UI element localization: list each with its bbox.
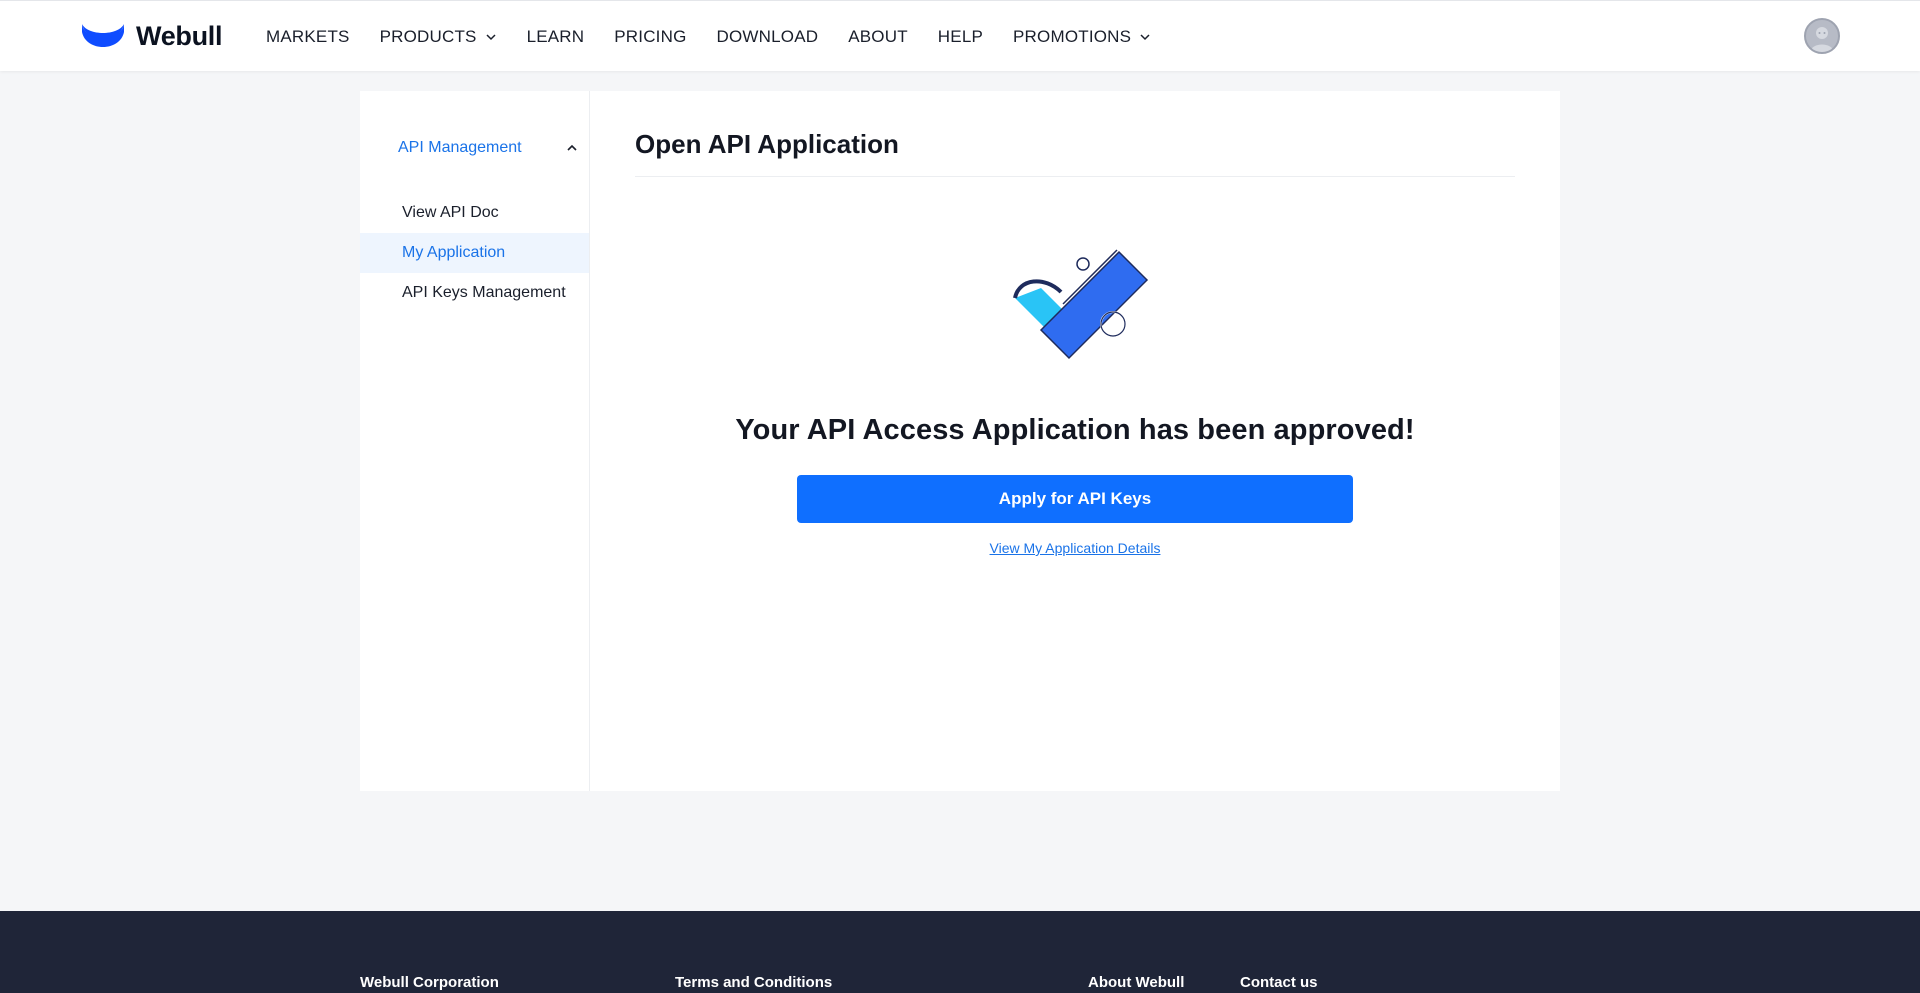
nav-label: LEARN [526,26,585,46]
main-card: API Management View API Doc My Applicati… [360,91,1560,791]
nav-label: PRICING [614,26,687,46]
apply-api-keys-button[interactable]: Apply for API Keys [797,475,1353,523]
footer-link-webull-corporation[interactable]: Webull Corporation [360,974,499,991]
approval-message: Your API Access Application has been app… [735,414,1415,446]
chevron-down-icon [486,33,496,40]
sidebar-group-api-management[interactable]: API Management [398,136,578,160]
title-divider [635,176,1515,177]
nav-download[interactable]: DOWNLOAD [717,27,819,47]
page-title: Open API Application [635,129,899,159]
sidebar-item-label: My Application [402,244,506,261]
nav-help[interactable]: HELP [938,27,983,47]
footer-link-terms[interactable]: Terms and Conditions [675,974,832,991]
nav-learn[interactable]: LEARN [527,27,585,47]
nav-label: DOWNLOAD [716,26,819,46]
brand-name: Webull [136,20,223,51]
approved-check-illustration-icon [1013,249,1149,360]
top-header: Webull MARKETS PRODUCTS LEARN PRICING DO… [0,0,1920,71]
user-avatar-icon [1810,27,1834,52]
nav-label: HELP [937,26,984,46]
webull-logo-icon [82,24,124,47]
chevron-down-icon [1140,33,1150,40]
view-application-details-link[interactable]: View My Application Details [590,540,1560,556]
webull-logo[interactable]: Webull [80,19,223,53]
nav-pricing[interactable]: PRICING [614,27,686,47]
sidebar-item-my-application[interactable]: My Application [360,233,589,273]
nav-products[interactable]: PRODUCTS [380,27,497,47]
sidebar-item-label: View API Doc [402,204,499,221]
details-link-label: View My Application Details [989,540,1161,556]
sidebar-group-label: API Management [398,139,522,156]
nav-about[interactable]: ABOUT [848,27,908,47]
chevron-up-icon [567,144,577,151]
sidebar-item-view-api-doc[interactable]: View API Doc [360,193,589,233]
sidebar-item-api-keys-management[interactable]: API Keys Management [360,273,589,313]
footer-link-contact-us[interactable]: Contact us [1240,974,1318,991]
nav-label: MARKETS [266,26,350,46]
footer: Webull Corporation Terms and Conditions … [0,911,1920,993]
nav-label: ABOUT [848,26,908,46]
nav-promotions[interactable]: PROMOTIONS [1013,27,1151,47]
sidebar: API Management View API Doc My Applicati… [360,91,590,791]
nav-label: PROMOTIONS [1013,26,1132,46]
nav-markets[interactable]: MARKETS [266,27,350,47]
user-avatar[interactable] [1804,18,1840,54]
sidebar-item-label: API Keys Management [402,284,566,301]
nav-label: PRODUCTS [379,26,477,46]
footer-link-about-webull[interactable]: About Webull [1088,974,1184,991]
content-area: Open API Application Your API Access App… [590,91,1560,791]
main-nav: MARKETS PRODUCTS LEARN PRICING DOWNLOAD … [266,1,1181,72]
